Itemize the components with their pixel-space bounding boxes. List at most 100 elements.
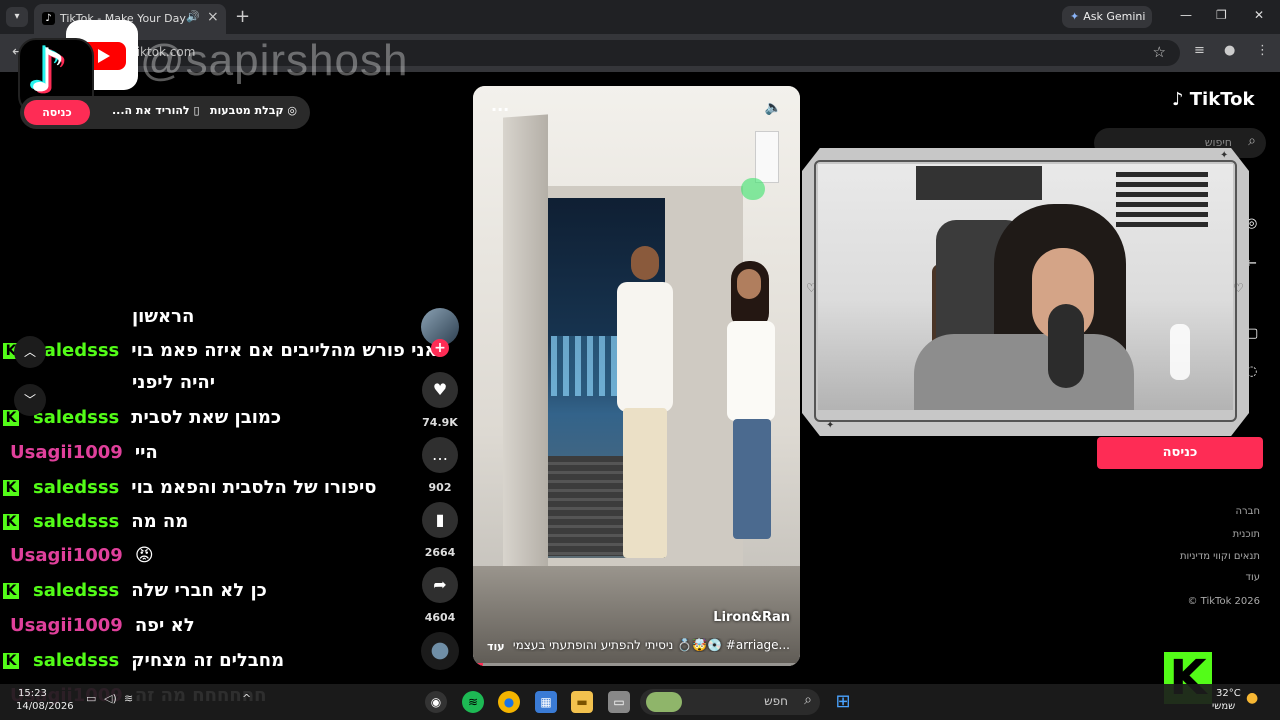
volume-icon[interactable]: ◁) <box>104 692 117 705</box>
chat-username[interactable]: saledsss <box>33 506 119 538</box>
chat-username[interactable]: Usagii1009 <box>10 437 123 469</box>
download-app-link[interactable]: ▯ להוריד את ה... <box>112 104 200 117</box>
new-tab-button[interactable]: + <box>235 6 250 27</box>
search-highlight-image <box>646 692 682 712</box>
get-coins-label: קבלת מטבעות <box>210 104 284 117</box>
tab-audio-icon[interactable]: 🔊 <box>186 10 200 23</box>
chat-message: Ksaledsss אני פורש מהלייבים אם איזה פאמ ב… <box>0 335 438 367</box>
chrome-icon[interactable]: ● <box>498 691 520 713</box>
chat-username[interactable]: saledsss <box>33 472 119 504</box>
streamer-watermark: @sapirshosh <box>140 36 409 85</box>
frame-sparkle-icon: ✦ <box>1220 150 1229 161</box>
chat-message: Ksaledsss סיפורו של הלסבית והפאמ בוי <box>0 472 376 504</box>
flag-in-background <box>1116 172 1208 227</box>
weather-label: שמשי <box>1212 701 1236 712</box>
like-count: 74.9K <box>422 416 458 429</box>
footer-link-program[interactable]: תוכנית <box>1233 529 1260 540</box>
kick-badge-icon: K <box>3 583 19 599</box>
video-progress-bar[interactable] <box>473 663 800 666</box>
chat-text: אני פורש מהלייבים אם איזה פאמ בוי <box>131 340 438 361</box>
tiktok-brand-label: TikTok <box>1189 89 1255 110</box>
kick-badge-icon: K <box>3 480 19 496</box>
bookmark-star-icon[interactable]: ☆ <box>1153 43 1166 61</box>
footer-link-terms[interactable]: תנאים וקווי מדיניות <box>1180 551 1260 562</box>
footer-link-company[interactable]: חברה <box>1236 506 1261 517</box>
download-app-label: להוריד את ה... <box>112 104 190 117</box>
tiktok-brand-logo[interactable]: ♪ TikTok <box>1172 89 1254 110</box>
obs-icon[interactable]: ◉ <box>425 691 447 713</box>
sidebar-login-button[interactable]: כניסה <box>1097 437 1263 469</box>
chat-text: לא יפה <box>134 615 195 636</box>
footer-copyright: © TikTok 2026 <box>1187 596 1261 607</box>
next-video-button[interactable]: ﹀ <box>14 384 46 416</box>
chat-message: יהיה ליפני <box>132 367 215 399</box>
chat-message: Ksaledsss מה מה <box>0 506 188 538</box>
video-player[interactable]: ··· 🔈 Liron&Ran ניסיתי להפתיע והופתעתי ב… <box>473 86 800 666</box>
chat-username[interactable]: saledsss <box>33 645 119 677</box>
chat-username[interactable]: Usagii1009 <box>10 540 123 572</box>
chat-username[interactable]: Usagii1009 <box>10 610 123 642</box>
tiktok-header-pill: כניסה ▯ להוריד את ה... ◎ קבלת מטבעות <box>20 96 310 129</box>
ask-gemini-label: Ask Gemini <box>1083 10 1146 23</box>
minimize-button[interactable]: — <box>1180 8 1192 22</box>
maximize-button[interactable]: ❐ <box>1216 8 1227 22</box>
chat-text: הראשון <box>132 306 195 327</box>
caption-more-link[interactable]: עוד <box>487 640 505 653</box>
tab-search-button[interactable]: ▾ <box>6 7 28 27</box>
chat-text: סיפורו של הלסבית והפאמ בוי <box>131 477 377 498</box>
share-arrow-icon[interactable]: ➦ <box>422 567 458 603</box>
save-count: 2664 <box>424 546 456 559</box>
search-placeholder: חיפוש <box>1204 136 1232 149</box>
close-window-button[interactable]: ✕ <box>1254 8 1264 22</box>
gemini-icon: ✦ <box>1070 10 1080 23</box>
chat-message: Ksaledsss מחבלים זה מצחיק <box>0 645 284 677</box>
profile-avatar[interactable]: ● <box>1224 43 1235 58</box>
windows-taskbar: ◉ ≋ ● ▦ ▬ ▭ חפש ⌕ ⊞ <box>0 684 1280 720</box>
music-disc-icon[interactable] <box>421 632 459 670</box>
search-icon: ⌕ <box>804 692 812 708</box>
chat-text: מחבלים זה מצחיק <box>131 650 285 671</box>
chat-message: Usagii1009 😡 <box>10 540 154 572</box>
menu-dots-icon[interactable]: ⋮ <box>1256 43 1269 58</box>
footer-link-more[interactable]: עוד <box>1246 572 1260 583</box>
taskbar-search[interactable]: חפש ⌕ <box>640 689 820 715</box>
tiktok-note-icon: ♪ <box>1172 89 1184 110</box>
video-woman-figure <box>723 261 779 561</box>
screen: ▾ ♪ TikTok - Make Your Day 🔊 × + ✦ Ask Ge… <box>0 0 1280 720</box>
app-window-icon[interactable]: ▭ <box>608 691 630 713</box>
comment-icon[interactable]: … <box>422 437 458 473</box>
chat-username[interactable]: saledsss <box>33 402 119 434</box>
login-pill-button[interactable]: כניסה <box>24 100 90 125</box>
previous-video-button[interactable]: ︿ <box>14 336 46 368</box>
chat-username[interactable]: saledsss <box>33 575 119 607</box>
chat-text: מה מה <box>131 511 189 532</box>
battery-icon[interactable]: ▭ <box>86 692 96 705</box>
spotify-icon[interactable]: ≋ <box>462 691 484 713</box>
bookmark-icon[interactable]: ▮ <box>422 502 458 538</box>
search-icon[interactable]: ⌕ <box>1248 133 1256 149</box>
chat-text: כמובן שאת לסבית <box>131 407 282 428</box>
share-count: 4604 <box>424 611 456 624</box>
video-man-figure <box>613 246 673 566</box>
wifi-icon[interactable]: ≋ <box>124 692 133 705</box>
video-more-options-icon[interactable]: ··· <box>491 100 509 119</box>
reading-list-icon[interactable]: ≡ <box>1194 43 1205 58</box>
store-icon[interactable]: ▦ <box>535 691 557 713</box>
frame-sparkle-icon: ✦ <box>826 420 835 431</box>
follow-plus-icon[interactable]: + <box>431 339 449 357</box>
tab-close-icon[interactable]: × <box>207 9 219 25</box>
get-coins-link[interactable]: ◎ קבלת מטבעות <box>210 104 297 117</box>
windows-start-icon[interactable]: ⊞ <box>832 691 854 713</box>
comment-count: 902 <box>428 481 452 494</box>
volume-icon[interactable]: 🔈 <box>765 100 782 116</box>
ask-gemini-button[interactable]: ✦ Ask Gemini <box>1062 6 1152 28</box>
clock-date: 14/08/2026 <box>16 701 74 712</box>
kick-badge-icon: K <box>3 410 19 426</box>
browser-tab-bar: ▾ ♪ TikTok - Make Your Day 🔊 × + ✦ Ask Ge… <box>0 0 1280 34</box>
chat-message: Usagii1009 היי <box>10 437 158 469</box>
like-heart-icon[interactable]: ♥ <box>422 372 458 408</box>
video-author[interactable]: Liron&Ran <box>713 610 790 625</box>
file-explorer-icon[interactable]: ▬ <box>571 691 593 713</box>
tray-chevron-icon[interactable]: ^ <box>242 692 251 705</box>
video-caption: ניסיתי להפתיע והופתעתי בעצמי 💍🤯💿 #arriag… <box>512 638 790 652</box>
